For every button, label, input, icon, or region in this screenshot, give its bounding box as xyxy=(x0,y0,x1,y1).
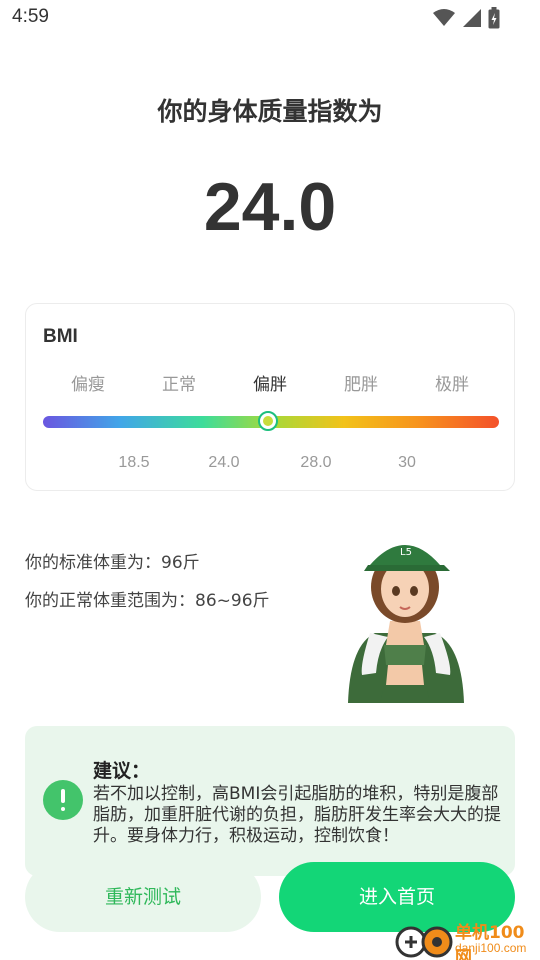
category-label: 偏瘦 xyxy=(71,375,105,395)
tick-label: 28.0 xyxy=(300,454,332,471)
page-title: 你的身体质量指数为 xyxy=(157,97,383,126)
watermark-url: danji100.com xyxy=(455,941,527,955)
normal-range-text: 你的正常体重范围为：86~96斤 xyxy=(25,591,270,611)
retest-button[interactable]: 重新测试 xyxy=(25,862,261,932)
tick-label: 24.0 xyxy=(208,454,240,471)
tick-label: 18.5 xyxy=(118,454,150,471)
bmi-indicator-knob xyxy=(258,411,278,431)
bmi-card-title: BMI xyxy=(43,326,78,347)
category-label: 肥胖 xyxy=(344,375,378,395)
bmi-card: BMI 偏瘦 正常 偏胖 肥胖 极胖 18.5 24.0 28.0 30 xyxy=(25,303,515,491)
standard-weight-text: 你的标准体重为：96斤 xyxy=(25,553,200,573)
status-bar: 4:59 xyxy=(0,0,540,38)
signal-icon xyxy=(463,9,481,27)
wifi-icon xyxy=(433,9,455,26)
svg-text:L5: L5 xyxy=(400,547,412,558)
watermark-logo-icon xyxy=(395,926,453,958)
category-label: 正常 xyxy=(162,375,196,395)
status-icons xyxy=(432,7,500,29)
advice-title: 建议： xyxy=(93,760,151,782)
exclamation-icon xyxy=(43,780,83,820)
bmi-value: 24.0 xyxy=(203,169,337,245)
advice-card: 建议： 若不加以控制，高BMI会引起脂肪的堆积，特别是腹部脂肪，加重肝脏代谢的负… xyxy=(25,726,515,876)
status-time: 4:59 xyxy=(12,6,49,27)
watermark: 单机100网 danji100.com xyxy=(393,918,540,960)
girl-illustration: L5 xyxy=(348,545,464,703)
battery-icon xyxy=(488,7,500,29)
advice-text: 若不加以控制，高BMI会引起脂肪的堆积，特别是腹部脂肪，加重肝脏代谢的负担，脂肪… xyxy=(93,784,501,846)
category-label: 极胖 xyxy=(435,375,469,395)
category-label-active: 偏胖 xyxy=(253,375,287,395)
tick-label: 30 xyxy=(398,454,416,471)
